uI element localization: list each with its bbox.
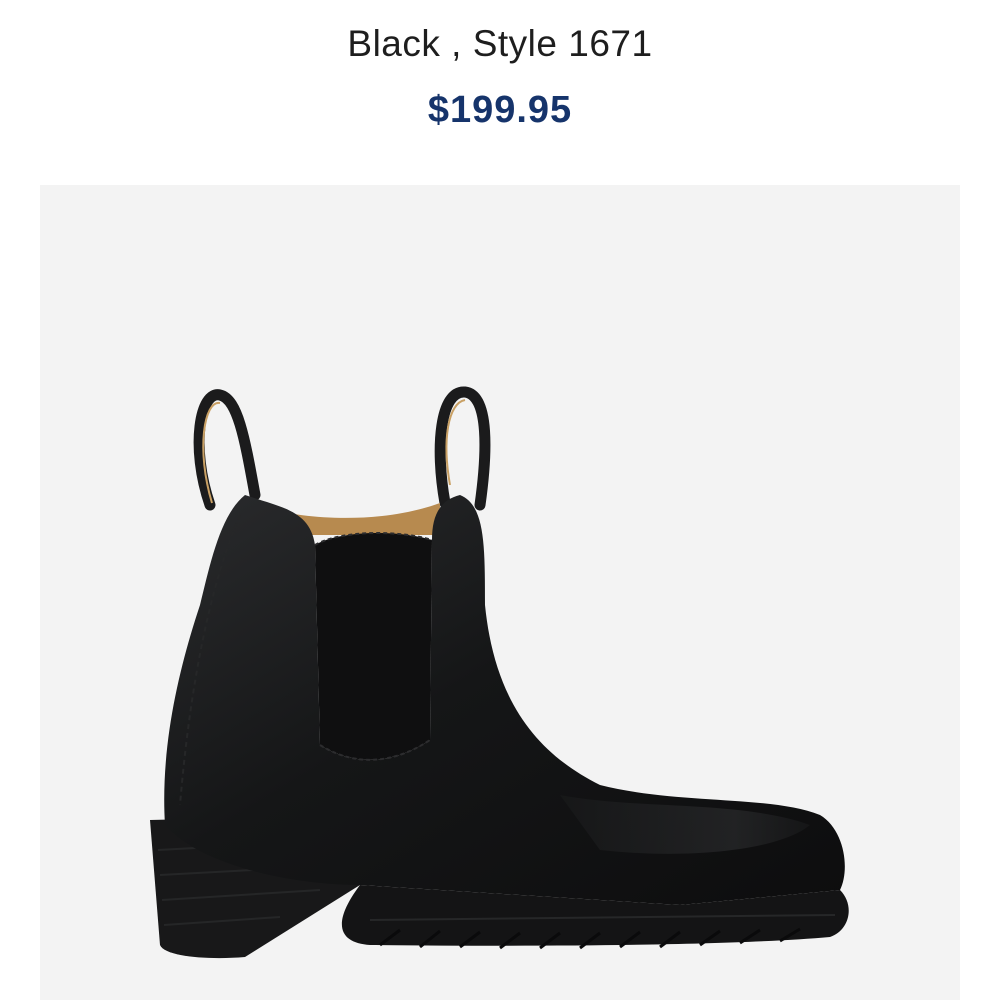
chelsea-boot-illustration: [150, 386, 849, 959]
product-image[interactable]: [40, 185, 960, 1000]
product-price: $199.95: [427, 89, 573, 131]
elastic-gusset: [315, 533, 432, 760]
product-title: Black , Style 1671: [347, 23, 653, 64]
